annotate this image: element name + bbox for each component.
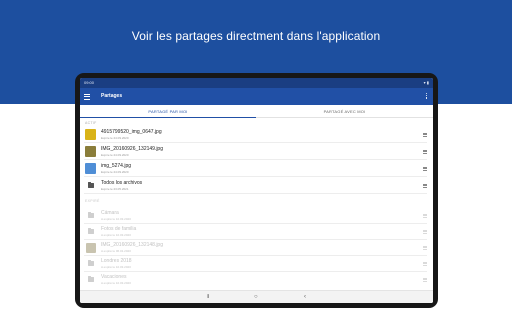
item-subtitle: Expire le 24.09.2020 bbox=[101, 153, 129, 157]
status-time: 09:00 bbox=[84, 80, 95, 85]
item-title: Londres 2018 bbox=[101, 258, 132, 264]
image-thumbnail bbox=[85, 146, 96, 157]
status-bar: 09:00 ▾ ▮ bbox=[80, 78, 433, 88]
list-item[interactable]: Fotos de familia A expiré le 10.03.2020 bbox=[80, 224, 433, 240]
tablet-frame: 09:00 ▾ ▮ Partages Partagé par moi Parta… bbox=[75, 73, 438, 308]
drag-handle-icon[interactable] bbox=[423, 246, 427, 250]
recent-apps-icon[interactable]: ⦀ bbox=[207, 293, 209, 301]
item-title: Vacaciones bbox=[101, 274, 127, 280]
list-item[interactable]: IMG_20160926_132148.jpg A expiré le 06.0… bbox=[80, 240, 433, 256]
item-title: Todos los archivos bbox=[101, 180, 143, 186]
list-item[interactable]: Vacaciones A expiré le 10.03.2020 bbox=[80, 272, 433, 288]
drag-handle-icon[interactable] bbox=[423, 262, 427, 266]
system-navigation-bar: ⦀ ○ ‹ bbox=[80, 290, 433, 303]
status-icons: ▾ ▮ bbox=[423, 80, 429, 85]
app-title: Partages bbox=[101, 93, 123, 99]
item-subtitle: A expiré le 10.03.2020 bbox=[101, 265, 131, 269]
folder-icon bbox=[88, 212, 94, 218]
item-title: Cámara bbox=[101, 210, 119, 216]
item-subtitle: Expire le 24.09.2020 bbox=[101, 170, 129, 174]
item-subtitle: A expiré le 06.01.2020 bbox=[101, 249, 131, 253]
divider bbox=[84, 159, 427, 160]
app-screen: 09:00 ▾ ▮ Partages Partagé par moi Parta… bbox=[80, 78, 433, 303]
drag-handle-icon[interactable] bbox=[423, 150, 427, 154]
more-vertical-icon[interactable] bbox=[425, 92, 428, 101]
back-icon[interactable]: ‹ bbox=[304, 293, 306, 301]
hamburger-menu-icon[interactable] bbox=[84, 92, 92, 101]
section-label-active: Actif bbox=[85, 121, 97, 125]
item-title: img_5274.jpg bbox=[101, 163, 132, 169]
item-title: Fotos de familia bbox=[101, 226, 137, 232]
drag-handle-icon[interactable] bbox=[423, 184, 427, 188]
item-subtitle: Expire le 23.05.2021 bbox=[101, 187, 129, 191]
folder-icon bbox=[88, 276, 94, 282]
item-title: IMG_20160926_132149.jpg bbox=[101, 146, 163, 152]
image-thumbnail bbox=[85, 129, 96, 140]
drag-handle-icon[interactable] bbox=[423, 278, 427, 282]
item-subtitle: A expiré le 10.03.2020 bbox=[101, 217, 131, 221]
folder-icon bbox=[88, 260, 94, 266]
headline: Voir les partages directment dans l'appl… bbox=[131, 29, 381, 43]
image-thumbnail bbox=[86, 243, 96, 253]
divider bbox=[84, 142, 427, 143]
drag-handle-icon[interactable] bbox=[423, 230, 427, 234]
drag-handle-icon[interactable] bbox=[423, 214, 427, 218]
divider bbox=[84, 176, 427, 177]
list-item[interactable]: Londres 2018 A expiré le 10.03.2020 bbox=[80, 256, 433, 272]
tab-bar: Partagé par moi Partagé avec moi bbox=[80, 105, 433, 118]
list-item[interactable]: IMG_20160926_132149.jpg Expire le 24.09.… bbox=[80, 144, 433, 160]
item-subtitle: Expire le 24.09.2020 bbox=[101, 136, 129, 140]
section-label-expired: Expiré bbox=[85, 199, 100, 203]
folder-icon bbox=[88, 182, 94, 188]
divider bbox=[84, 193, 427, 194]
item-title: IMG_20160926_132148.jpg bbox=[101, 242, 163, 248]
item-title: 4915799520_img_0647.jpg bbox=[101, 129, 162, 135]
list-item[interactable]: Todos los archivos Expire le 23.05.2021 bbox=[80, 178, 433, 194]
list-item[interactable]: Cámara A expiré le 10.03.2020 bbox=[80, 208, 433, 224]
app-bar: Partages bbox=[80, 88, 433, 105]
tab-shared-by-me[interactable]: Partagé par moi bbox=[80, 105, 256, 118]
list-item[interactable]: img_5274.jpg Expire le 24.09.2020 bbox=[80, 161, 433, 177]
item-subtitle: A expiré le 10.03.2020 bbox=[101, 233, 131, 237]
item-subtitle: A expiré le 10.03.2020 bbox=[101, 281, 131, 285]
drag-handle-icon[interactable] bbox=[423, 133, 427, 137]
image-thumbnail bbox=[85, 163, 96, 174]
drag-handle-icon[interactable] bbox=[423, 167, 427, 171]
home-icon[interactable]: ○ bbox=[254, 293, 258, 301]
list-item[interactable]: 4915799520_img_0647.jpg Expire le 24.09.… bbox=[80, 127, 433, 143]
folder-icon bbox=[88, 228, 94, 234]
tab-shared-with-me[interactable]: Partagé avec moi bbox=[256, 105, 433, 118]
